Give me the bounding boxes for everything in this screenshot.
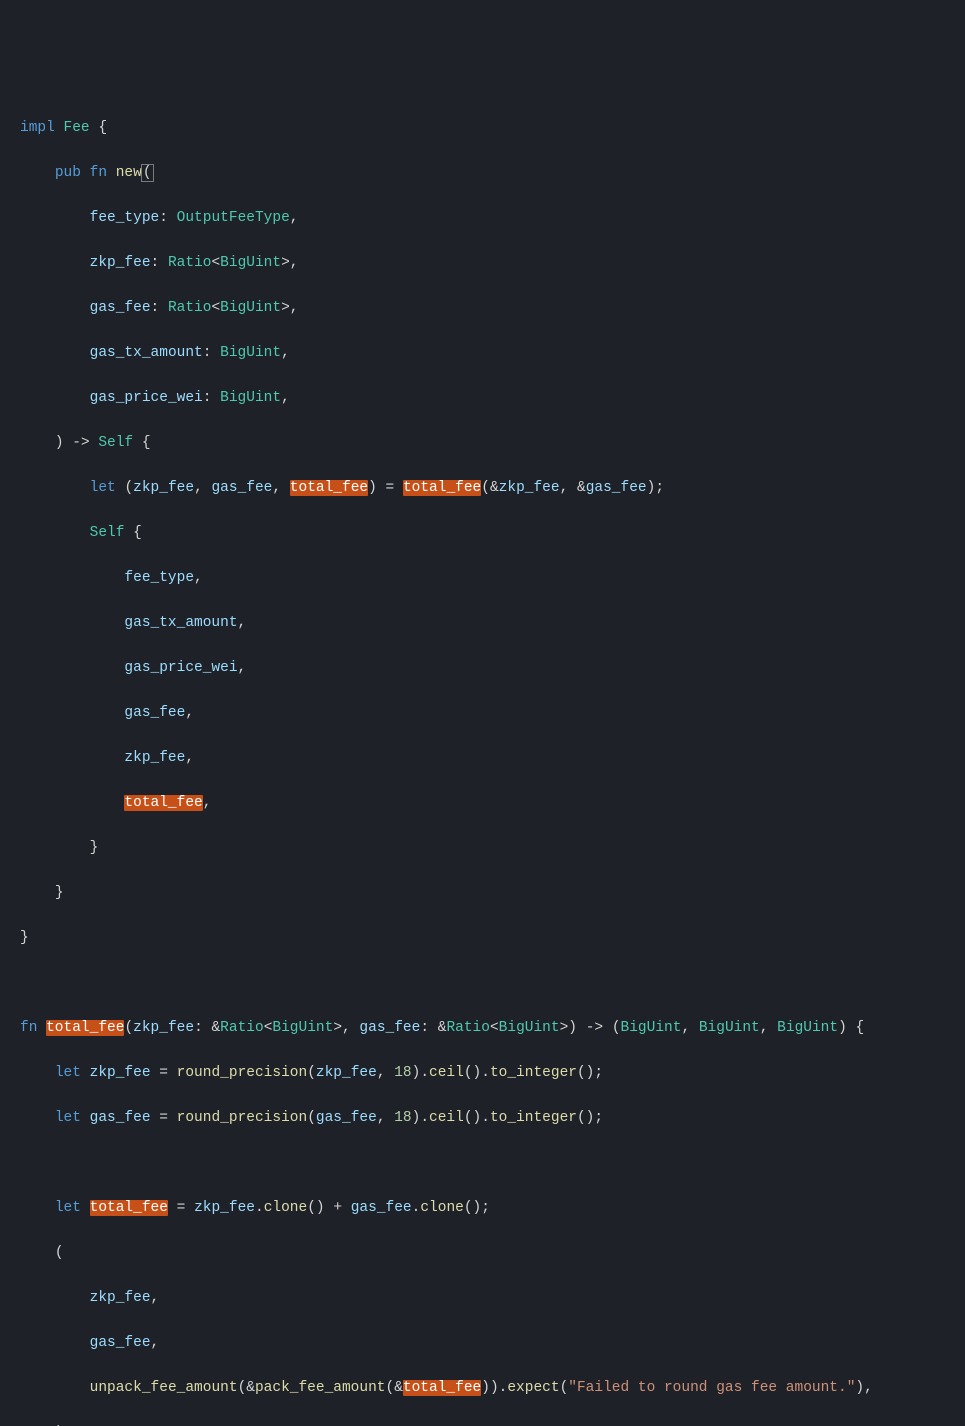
highlight-total-fee: total_fee: [124, 795, 202, 811]
string-literal: "Failed to round gas fee amount.": [568, 1380, 855, 1396]
paren-cursor: (: [141, 164, 154, 182]
type-self: Self: [98, 435, 133, 451]
field: fee_type: [124, 570, 194, 586]
param: fee_type: [90, 210, 160, 226]
field: gas_price_wei: [124, 660, 237, 676]
param: gas_tx_amount: [90, 345, 203, 361]
code-line[interactable]: Self {: [20, 522, 965, 545]
code-line[interactable]: ): [20, 1422, 965, 1426]
code-line[interactable]: zkp_fee,: [20, 747, 965, 770]
field: gas_tx_amount: [124, 615, 237, 631]
highlight-total-fee: total_fee: [46, 1020, 124, 1036]
code-line[interactable]: gas_fee,: [20, 1332, 965, 1355]
code-line[interactable]: }: [20, 882, 965, 905]
code-line[interactable]: [20, 1152, 965, 1175]
type-self: Self: [90, 525, 125, 541]
param: gas_price_wei: [90, 390, 203, 406]
code-line[interactable]: zkp_fee,: [20, 1287, 965, 1310]
code-line[interactable]: fee_type,: [20, 567, 965, 590]
code-line[interactable]: }: [20, 837, 965, 860]
code-line[interactable]: impl Fee {: [20, 117, 965, 140]
code-line[interactable]: zkp_fee: Ratio<BigUint>,: [20, 252, 965, 275]
field: zkp_fee: [124, 750, 185, 766]
code-line[interactable]: pub fn new(: [20, 162, 965, 185]
type: Ratio: [168, 300, 212, 316]
type: OutputFeeType: [177, 210, 290, 226]
code-line[interactable]: gas_fee: Ratio<BigUint>,: [20, 297, 965, 320]
code-line[interactable]: gas_price_wei,: [20, 657, 965, 680]
code-line[interactable]: gas_price_wei: BigUint,: [20, 387, 965, 410]
code-line[interactable]: let (zkp_fee, gas_fee, total_fee) = tota…: [20, 477, 965, 500]
highlight-total-fee: total_fee: [90, 1200, 168, 1216]
type: Ratio: [168, 255, 212, 271]
keyword-pub: pub: [55, 165, 81, 181]
code-line[interactable]: fee_type: OutputFeeType,: [20, 207, 965, 230]
highlight-total-fee: total_fee: [403, 480, 481, 496]
code-line[interactable]: }: [20, 927, 965, 950]
param: gas_fee: [90, 300, 151, 316]
keyword-let: let: [90, 480, 116, 496]
code-line[interactable]: let gas_fee = round_precision(gas_fee, 1…: [20, 1107, 965, 1130]
code-line[interactable]: let total_fee = zkp_fee.clone() + gas_fe…: [20, 1197, 965, 1220]
keyword-fn: fn: [90, 165, 107, 181]
brace: {: [98, 120, 107, 136]
code-line[interactable]: unpack_fee_amount(&pack_fee_amount(&tota…: [20, 1377, 965, 1400]
type: BigUint: [220, 390, 281, 406]
code-line[interactable]: gas_tx_amount: BigUint,: [20, 342, 965, 365]
keyword-fn: fn: [20, 1020, 37, 1036]
code-line[interactable]: fn total_fee(zkp_fee: &Ratio<BigUint>, g…: [20, 1017, 965, 1040]
code-line[interactable]: [20, 972, 965, 995]
type-fee: Fee: [64, 120, 90, 136]
code-line[interactable]: ) -> Self {: [20, 432, 965, 455]
func-new: new: [116, 165, 142, 181]
code-editor[interactable]: impl Fee { pub fn new( fee_type: OutputF…: [20, 94, 965, 1426]
code-line[interactable]: let zkp_fee = round_precision(zkp_fee, 1…: [20, 1062, 965, 1085]
keyword-impl: impl: [20, 120, 55, 136]
highlight-total-fee: total_fee: [290, 480, 368, 496]
code-line[interactable]: (: [20, 1242, 965, 1265]
type: BigUint: [220, 345, 281, 361]
highlight-total-fee: total_fee: [403, 1380, 481, 1396]
code-line[interactable]: total_fee,: [20, 792, 965, 815]
param: zkp_fee: [90, 255, 151, 271]
code-line[interactable]: gas_tx_amount,: [20, 612, 965, 635]
